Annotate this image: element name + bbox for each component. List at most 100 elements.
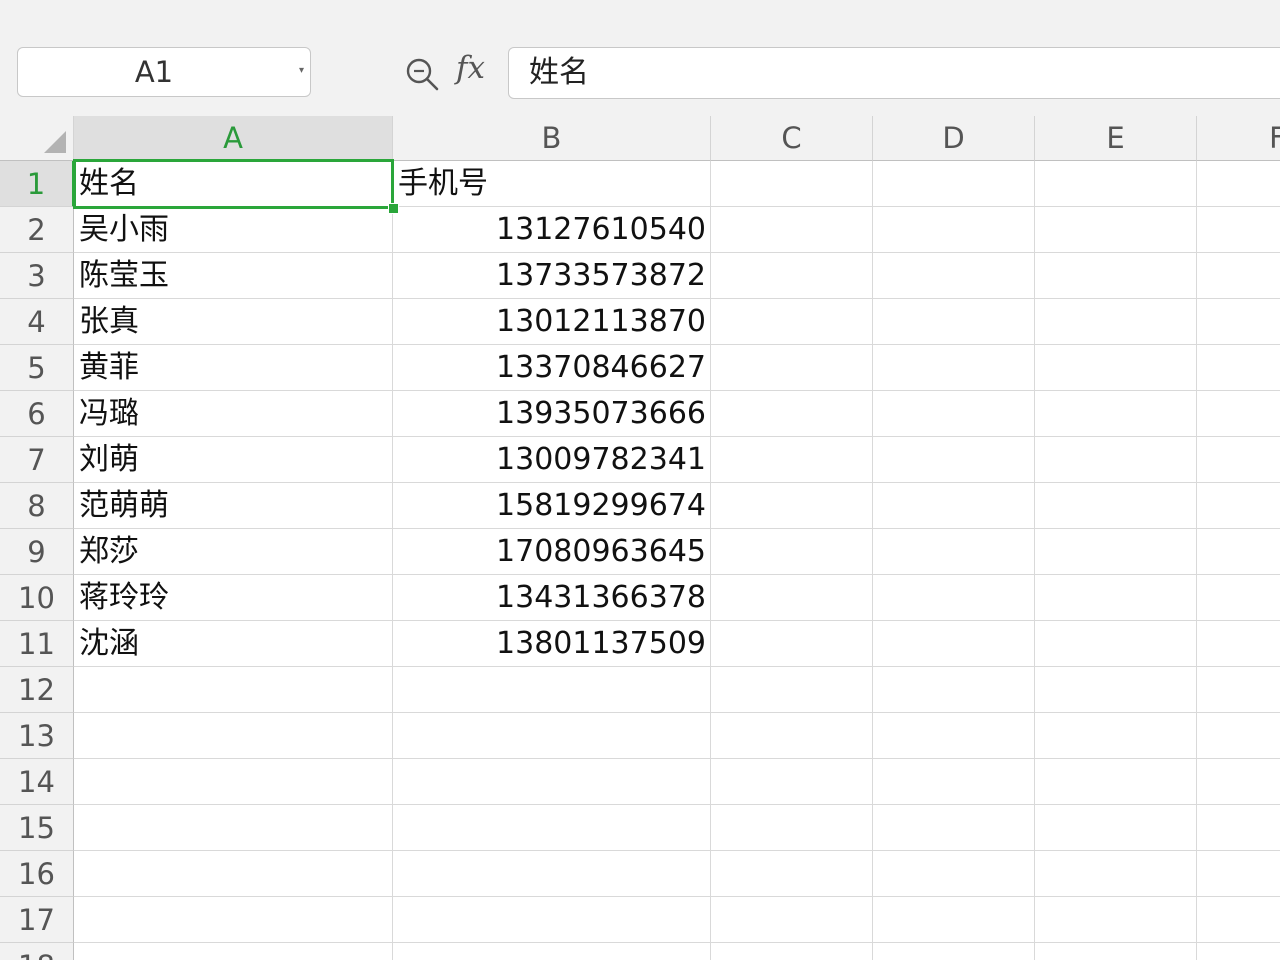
cell-c16[interactable] xyxy=(711,851,873,897)
cell-a3[interactable]: 陈莹玉 xyxy=(74,253,393,299)
cell-a10[interactable]: 蒋玲玲 xyxy=(74,575,393,621)
cell-d14[interactable] xyxy=(873,759,1035,805)
cell-a17[interactable] xyxy=(74,897,393,943)
cell-f3[interactable] xyxy=(1197,253,1280,299)
cell-c6[interactable] xyxy=(711,391,873,437)
cell-f14[interactable] xyxy=(1197,759,1280,805)
row-header-11[interactable]: 11 xyxy=(0,621,74,667)
cell-c18[interactable] xyxy=(711,943,873,960)
cell-a18[interactable] xyxy=(74,943,393,960)
cell-d17[interactable] xyxy=(873,897,1035,943)
cell-b15[interactable] xyxy=(393,805,711,851)
cell-e14[interactable] xyxy=(1035,759,1197,805)
cell-d5[interactable] xyxy=(873,345,1035,391)
name-box-value[interactable]: A1 xyxy=(18,48,290,96)
cell-a1[interactable]: 姓名 xyxy=(74,161,393,207)
cell-b1[interactable]: 手机号 xyxy=(393,161,711,207)
row-header-7[interactable]: 7 xyxy=(0,437,74,483)
row-header-1[interactable]: 1 xyxy=(0,161,74,207)
cell-f18[interactable] xyxy=(1197,943,1280,960)
cell-c4[interactable] xyxy=(711,299,873,345)
cell-e3[interactable] xyxy=(1035,253,1197,299)
cell-e1[interactable] xyxy=(1035,161,1197,207)
cell-b18[interactable] xyxy=(393,943,711,960)
cell-f16[interactable] xyxy=(1197,851,1280,897)
cell-d18[interactable] xyxy=(873,943,1035,960)
select-all-button[interactable] xyxy=(0,116,74,161)
cell-f6[interactable] xyxy=(1197,391,1280,437)
cell-e17[interactable] xyxy=(1035,897,1197,943)
cell-e7[interactable] xyxy=(1035,437,1197,483)
row-header-12[interactable]: 12 xyxy=(0,667,74,713)
cell-e9[interactable] xyxy=(1035,529,1197,575)
row-header-2[interactable]: 2 xyxy=(0,207,74,253)
column-header-b[interactable]: B xyxy=(393,116,711,161)
cell-f8[interactable] xyxy=(1197,483,1280,529)
cell-a12[interactable] xyxy=(74,667,393,713)
row-header-5[interactable]: 5 xyxy=(0,345,74,391)
cell-a4[interactable]: 张真 xyxy=(74,299,393,345)
cell-d16[interactable] xyxy=(873,851,1035,897)
cell-b3[interactable]: 13733573872 xyxy=(393,253,711,299)
column-header-d[interactable]: D xyxy=(873,116,1035,161)
row-header-16[interactable]: 16 xyxy=(0,851,74,897)
row-header-4[interactable]: 4 xyxy=(0,299,74,345)
cell-e18[interactable] xyxy=(1035,943,1197,960)
cell-a14[interactable] xyxy=(74,759,393,805)
cell-a11[interactable]: 沈涵 xyxy=(74,621,393,667)
cell-f12[interactable] xyxy=(1197,667,1280,713)
row-header-9[interactable]: 9 xyxy=(0,529,74,575)
zoom-in-icon[interactable] xyxy=(404,56,440,92)
cell-c5[interactable] xyxy=(711,345,873,391)
cell-a7[interactable]: 刘萌 xyxy=(74,437,393,483)
cell-a15[interactable] xyxy=(74,805,393,851)
cell-f4[interactable] xyxy=(1197,299,1280,345)
cell-b10[interactable]: 13431366378 xyxy=(393,575,711,621)
row-header-10[interactable]: 10 xyxy=(0,575,74,621)
cell-f2[interactable] xyxy=(1197,207,1280,253)
cell-b7[interactable]: 13009782341 xyxy=(393,437,711,483)
cell-b4[interactable]: 13012113870 xyxy=(393,299,711,345)
cell-d1[interactable] xyxy=(873,161,1035,207)
cell-b12[interactable] xyxy=(393,667,711,713)
cell-e5[interactable] xyxy=(1035,345,1197,391)
cell-e4[interactable] xyxy=(1035,299,1197,345)
cell-a13[interactable] xyxy=(74,713,393,759)
cell-b13[interactable] xyxy=(393,713,711,759)
cell-d6[interactable] xyxy=(873,391,1035,437)
cell-c2[interactable] xyxy=(711,207,873,253)
cell-d13[interactable] xyxy=(873,713,1035,759)
cell-e15[interactable] xyxy=(1035,805,1197,851)
row-header-13[interactable]: 13 xyxy=(0,713,74,759)
spreadsheet-grid[interactable]: A B C D E F 1 姓名 手机号 2 吴小雨 13127610540 3 陈莹玉 137335738… xyxy=(0,116,1280,960)
fill-handle[interactable] xyxy=(388,203,399,214)
row-header-6[interactable]: 6 xyxy=(0,391,74,437)
cell-d10[interactable] xyxy=(873,575,1035,621)
cell-c11[interactable] xyxy=(711,621,873,667)
cell-e13[interactable] xyxy=(1035,713,1197,759)
row-header-14[interactable]: 14 xyxy=(0,759,74,805)
cell-d8[interactable] xyxy=(873,483,1035,529)
cell-f10[interactable] xyxy=(1197,575,1280,621)
column-header-a[interactable]: A xyxy=(74,116,393,161)
cell-d2[interactable] xyxy=(873,207,1035,253)
cell-c9[interactable] xyxy=(711,529,873,575)
cell-f13[interactable] xyxy=(1197,713,1280,759)
cell-d7[interactable] xyxy=(873,437,1035,483)
cell-e8[interactable] xyxy=(1035,483,1197,529)
cell-f11[interactable] xyxy=(1197,621,1280,667)
cell-c14[interactable] xyxy=(711,759,873,805)
cell-a9[interactable]: 郑莎 xyxy=(74,529,393,575)
cell-e16[interactable] xyxy=(1035,851,1197,897)
row-header-18[interactable]: 18 xyxy=(0,943,74,960)
formula-input[interactable]: 姓名 xyxy=(508,47,1280,99)
cell-c12[interactable] xyxy=(711,667,873,713)
cell-f1[interactable] xyxy=(1197,161,1280,207)
cell-a6[interactable]: 冯璐 xyxy=(74,391,393,437)
cell-e6[interactable] xyxy=(1035,391,1197,437)
cell-e11[interactable] xyxy=(1035,621,1197,667)
cell-c13[interactable] xyxy=(711,713,873,759)
cell-b2[interactable]: 13127610540 xyxy=(393,207,711,253)
cell-d12[interactable] xyxy=(873,667,1035,713)
cell-f17[interactable] xyxy=(1197,897,1280,943)
